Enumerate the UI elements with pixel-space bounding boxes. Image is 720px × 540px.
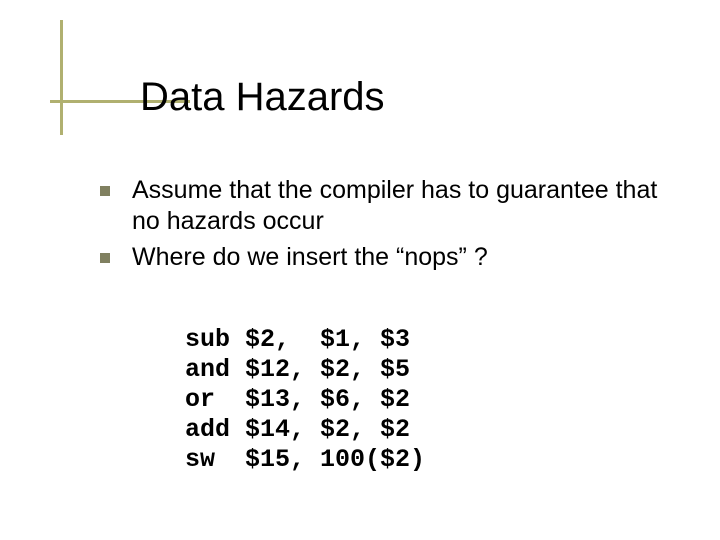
bullet-text: Assume that the compiler has to guarante… [132, 175, 680, 238]
code-block: sub $2, $1, $3 and $12, $2, $5 or $13, $… [185, 325, 425, 475]
bullet-text: Where do we insert the “nops” ? [132, 242, 488, 273]
slide-title: Data Hazards [140, 75, 385, 120]
bullet-item: Where do we insert the “nops” ? [100, 242, 680, 273]
bullet-item: Assume that the compiler has to guarante… [100, 175, 680, 238]
body-area: Assume that the compiler has to guarante… [100, 175, 680, 277]
bullet-marker-icon [100, 253, 110, 263]
slide: Data Hazards Assume that the compiler ha… [0, 0, 720, 540]
bullet-marker-icon [100, 186, 110, 196]
title-area: Data Hazards [50, 35, 680, 115]
